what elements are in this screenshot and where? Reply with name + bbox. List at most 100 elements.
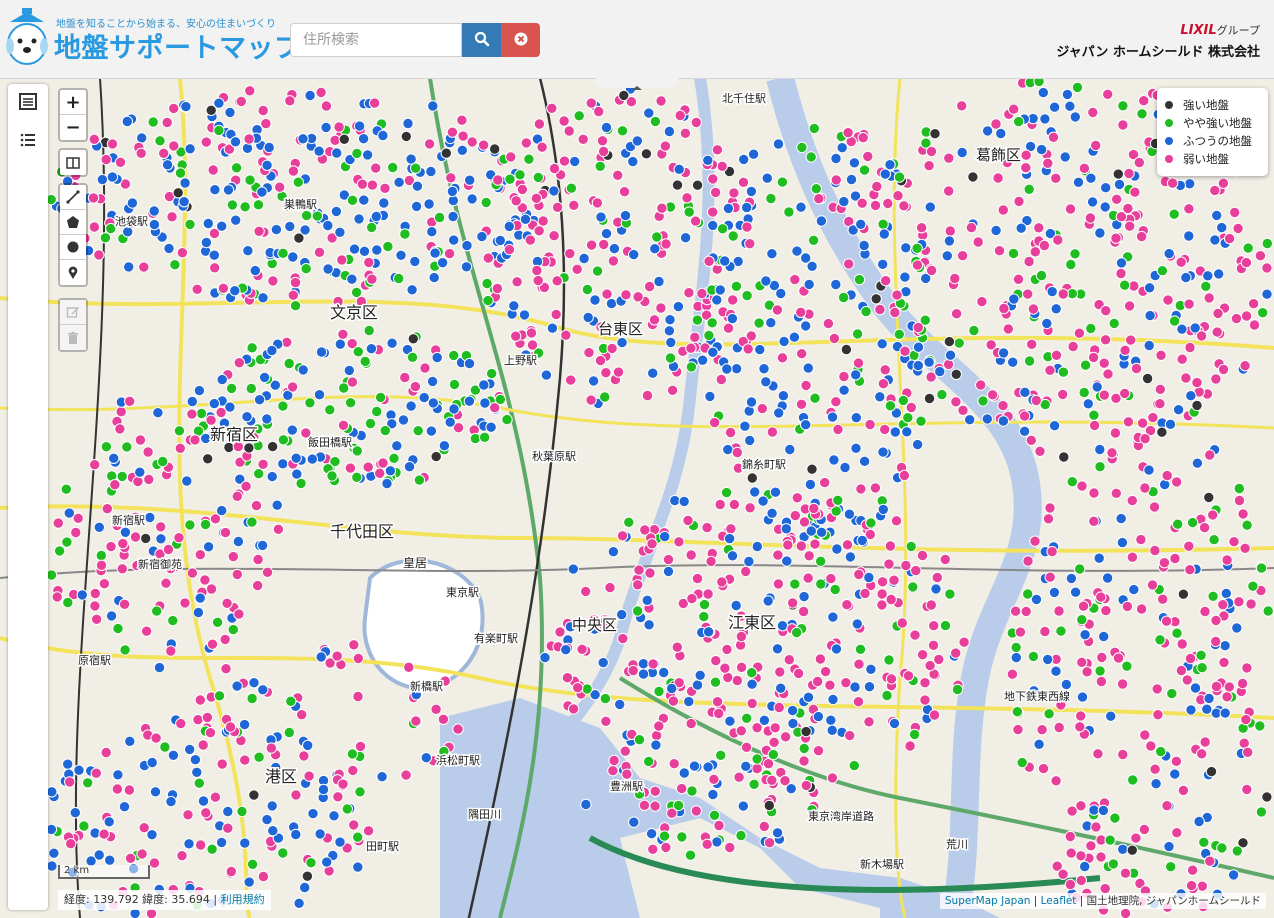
map-canvas[interactable]: 文京区 千代田区 新宿区 中央区 江東区 港区 台東区 葛飾区 池袋駅 新宿駅 東京駅 上野駅 秋葉原駅… <box>0 78 1274 918</box>
attribution-leaflet-link[interactable]: Leaflet <box>1041 895 1077 907</box>
survey-point-normal <box>1050 665 1062 677</box>
survey-point-normal <box>874 391 886 403</box>
app-title[interactable]: 地盤サポートマップ <box>54 26 302 65</box>
survey-point-normal <box>739 420 751 432</box>
survey-point-weak <box>925 599 937 611</box>
survey-point-weak <box>682 514 694 527</box>
survey-point-weak <box>708 773 720 785</box>
survey-point-weak <box>219 633 231 646</box>
map-label-ikebukuro: 池袋駅 <box>115 214 148 228</box>
survey-point-normal <box>63 507 76 519</box>
survey-point-weak <box>64 776 76 788</box>
survey-point-normal <box>1193 815 1205 828</box>
survey-point-weak <box>916 549 929 562</box>
survey-point-weak <box>925 264 938 277</box>
survey-point-weak <box>627 664 639 677</box>
survey-point-somewhat-strong <box>708 809 721 821</box>
draw-circle-button[interactable] <box>60 235 86 260</box>
survey-point-somewhat-strong <box>1119 279 1131 291</box>
survey-point-weak <box>735 661 748 673</box>
survey-point-normal <box>850 442 862 454</box>
survey-point-normal <box>353 120 366 132</box>
survey-point-weak <box>800 379 812 392</box>
survey-point-weak <box>1026 338 1038 350</box>
draw-marker-button[interactable] <box>60 260 86 285</box>
survey-point-weak <box>779 731 792 743</box>
list-panel-button[interactable] <box>16 128 40 152</box>
split-view-button[interactable] <box>60 150 86 175</box>
survey-point-weak <box>889 306 901 319</box>
survey-point-normal <box>683 695 695 708</box>
survey-point-weak <box>716 576 728 588</box>
search-button[interactable] <box>462 23 501 57</box>
survey-point-somewhat-strong <box>379 424 391 437</box>
survey-point-normal <box>653 275 665 288</box>
survey-point-somewhat-strong <box>748 778 760 790</box>
survey-point-normal <box>831 543 843 555</box>
survey-point-weak <box>1184 652 1197 665</box>
survey-point-weak <box>1161 469 1173 482</box>
survey-point-somewhat-strong <box>735 829 747 842</box>
survey-point-weak <box>150 732 162 744</box>
survey-point-normal <box>215 836 228 849</box>
survey-point-weak <box>261 566 274 578</box>
survey-point-normal <box>548 185 560 197</box>
survey-point-normal <box>381 477 393 490</box>
zoom-out-button[interactable]: − <box>60 115 86 140</box>
attribution-supermap-link[interactable]: SuperMap Japan <box>945 895 1031 907</box>
survey-point-somewhat-strong <box>352 831 364 843</box>
survey-point-somewhat-strong <box>62 596 74 609</box>
map-layer[interactable]: 文京区千代田区新宿区中央区 江東区港区台東区葛飾区池袋駅新宿駅東京駅上野駅秋葉原駅… <box>0 78 1274 918</box>
survey-point-somewhat-strong <box>154 135 166 147</box>
coordinate-text: 経度: 139.792 緯度: 35.694 | <box>64 893 218 906</box>
survey-point-weak <box>1228 536 1240 548</box>
delete-layers-button[interactable] <box>60 325 86 350</box>
survey-point-weak <box>1135 533 1147 546</box>
survey-point-somewhat-strong <box>277 847 289 859</box>
survey-point-somewhat-strong <box>709 676 722 688</box>
survey-point-somewhat-strong <box>1007 247 1020 260</box>
survey-point-weak <box>910 564 922 577</box>
survey-point-somewhat-strong <box>1066 476 1079 488</box>
survey-point-weak <box>101 503 114 515</box>
survey-point-weak <box>1135 603 1148 615</box>
survey-point-normal <box>673 163 685 176</box>
survey-point-weak <box>1119 387 1131 400</box>
survey-point-somewhat-strong <box>363 324 375 337</box>
address-search-input[interactable] <box>290 23 462 57</box>
survey-point-normal <box>844 551 857 563</box>
survey-point-normal <box>1201 703 1213 715</box>
survey-point-weak <box>620 289 632 301</box>
survey-point-weak <box>1186 864 1199 876</box>
survey-point-normal <box>791 245 803 257</box>
survey-point-somewhat-strong <box>1196 662 1208 674</box>
survey-point-normal <box>189 754 202 766</box>
marker-icon <box>68 266 78 279</box>
survey-point-normal <box>46 860 58 872</box>
survey-point-weak <box>1006 668 1019 680</box>
survey-point-normal <box>386 337 398 349</box>
edit-layers-button[interactable] <box>60 300 86 325</box>
survey-point-strong <box>489 143 501 155</box>
survey-point-weak <box>1130 832 1142 844</box>
survey-point-weak <box>649 785 661 797</box>
survey-point-normal <box>267 825 279 837</box>
survey-point-weak <box>803 550 815 562</box>
survey-point-weak <box>1152 709 1164 721</box>
survey-point-weak <box>825 572 837 585</box>
map-label-shinjuku: 新宿区 <box>210 425 258 444</box>
draw-line-button[interactable] <box>60 185 86 210</box>
clear-search-button[interactable] <box>501 23 540 57</box>
survey-point-somewhat-strong <box>277 247 289 260</box>
terms-link[interactable]: 利用規約 <box>221 893 265 906</box>
layers-panel-button[interactable] <box>16 90 40 114</box>
survey-point-weak <box>776 352 789 364</box>
draw-polygon-button[interactable] <box>60 210 86 235</box>
header-collapse-tab[interactable] <box>596 78 678 90</box>
survey-point-weak <box>1176 638 1188 650</box>
survey-point-somewhat-strong <box>1016 756 1028 769</box>
zoom-in-button[interactable]: + <box>60 90 86 115</box>
survey-point-somewhat-strong <box>809 392 821 404</box>
survey-point-weak <box>598 238 610 251</box>
survey-point-normal <box>508 300 520 312</box>
